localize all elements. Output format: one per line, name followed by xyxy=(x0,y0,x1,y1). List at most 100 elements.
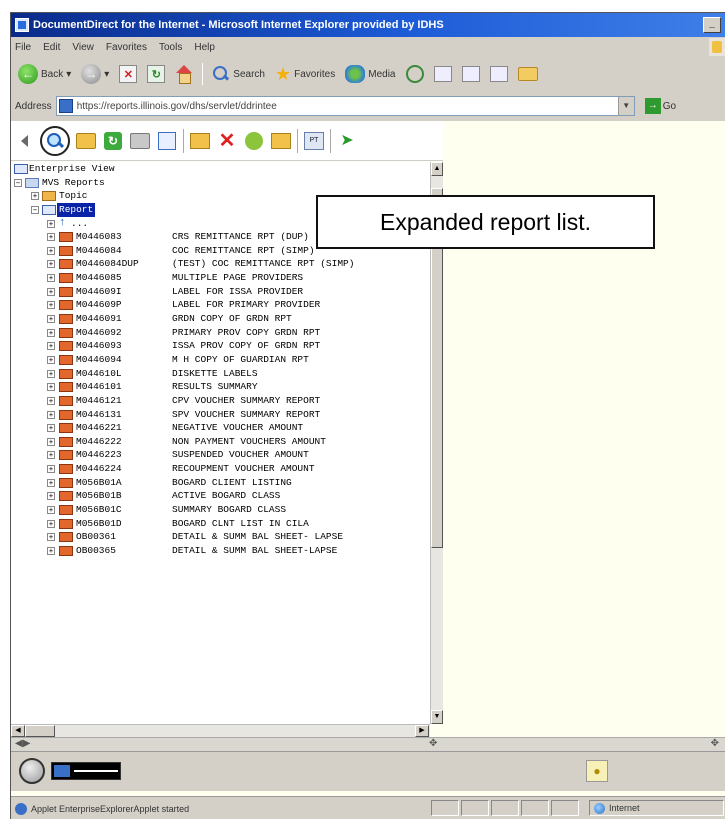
report-list-item[interactable]: + M056B01D BOGARD CLNT LIST IN CILA xyxy=(11,517,430,531)
collapse-icon[interactable]: − xyxy=(14,178,22,187)
report-list-item[interactable]: + M0446121 CPV VOUCHER SUMMARY REPORT xyxy=(11,394,430,408)
expand-icon[interactable]: + xyxy=(47,301,55,310)
print-report-icon[interactable] xyxy=(129,130,151,152)
report-list-item[interactable]: + M0446224 RECOUPMENT VOUCHER AMOUNT xyxy=(11,462,430,476)
expand-icon[interactable]: + xyxy=(47,233,55,242)
splitter-right-icon[interactable]: ✥ xyxy=(711,738,719,749)
expand-icon[interactable]: + xyxy=(47,342,55,351)
expand-icon[interactable]: + xyxy=(47,437,55,446)
go-button[interactable]: → Go xyxy=(644,98,676,114)
menu-tools[interactable]: Tools xyxy=(159,42,182,53)
expand-icon[interactable]: + xyxy=(47,369,55,378)
expand-icon[interactable]: + xyxy=(47,246,55,255)
hint-bulb-icon[interactable]: ● xyxy=(586,760,608,782)
expand-icon[interactable]: + xyxy=(31,192,39,201)
scroll-right-icon[interactable]: ▶ xyxy=(415,725,429,737)
expand-icon[interactable]: + xyxy=(47,533,55,542)
print-button[interactable] xyxy=(459,62,483,86)
report-list-item[interactable]: + M0446131 SPV VOUCHER SUMMARY REPORT xyxy=(11,408,430,422)
report-list-item[interactable]: + M0446093 ISSA PROV COPY OF GRDN RPT xyxy=(11,339,430,353)
collapse-icon[interactable]: − xyxy=(31,205,39,214)
tree-horizontal-scrollbar[interactable]: ◀ ▶ xyxy=(11,724,430,737)
report-id: M044609I xyxy=(76,285,122,297)
expand-icon[interactable]: + xyxy=(47,546,55,555)
report-list-item[interactable]: + M0446084DUP (TEST) COC REMITTANCE RPT (S… xyxy=(11,257,430,271)
report-list-item[interactable]: + M0446222 NON PAYMENT VOUCHERS AMOUNT xyxy=(11,435,430,449)
report-list-item[interactable]: + M044610L DISKETTE LABELS xyxy=(11,367,430,381)
expand-icon[interactable]: + xyxy=(47,383,55,392)
expand-icon[interactable]: + xyxy=(47,315,55,324)
report-list-item[interactable]: + OB00361 DETAIL & SUMM BAL SHEET- LAPSE xyxy=(11,530,430,544)
search-button[interactable]: Search xyxy=(209,62,268,86)
menu-favorites[interactable]: Favorites xyxy=(106,42,147,53)
mail-button[interactable] xyxy=(431,62,455,86)
expand-icon[interactable]: + xyxy=(47,396,55,405)
h-scroll-thumb[interactable] xyxy=(25,725,55,737)
report-list-item[interactable]: + M044609P LABEL FOR PRIMARY PROVIDER xyxy=(11,298,430,312)
properties-icon[interactable] xyxy=(243,130,265,152)
report-list-item[interactable]: + M056B01B ACTIVE BOGARD CLASS xyxy=(11,489,430,503)
expand-icon[interactable]: + xyxy=(47,478,55,487)
minimize-button[interactable]: _ xyxy=(703,17,721,33)
expand-icon[interactable]: + xyxy=(47,424,55,433)
new-folder-icon[interactable] xyxy=(189,130,211,152)
back-button[interactable]: ← Back ▾ xyxy=(15,62,74,86)
report-list-item[interactable]: + OB00365 DETAIL & SUMM BAL SHEET-LAPSE xyxy=(11,544,430,558)
splitter-handle-icon[interactable]: ✥ xyxy=(429,738,437,749)
collapse-left-icon[interactable] xyxy=(13,130,35,152)
find-button[interactable] xyxy=(40,125,70,156)
pane-splitter[interactable]: ◀▶ ✥ ✥ xyxy=(11,737,725,751)
expand-icon[interactable]: + xyxy=(47,506,55,515)
expand-icon[interactable]: + xyxy=(47,492,55,501)
tree-node-mvs-reports[interactable]: − MVS Reports xyxy=(11,176,430,190)
expand-icon[interactable]: + xyxy=(47,410,55,419)
stop-loading-icon[interactable] xyxy=(19,758,45,784)
report-list-item[interactable]: + M0446101 RESULTS SUMMARY xyxy=(11,380,430,394)
expand-icon[interactable]: + xyxy=(47,355,55,364)
report-list-item[interactable]: + M0446223 SUSPENDED VOUCHER AMOUNT xyxy=(11,448,430,462)
menu-file[interactable]: File xyxy=(15,42,31,53)
open-folder-icon[interactable] xyxy=(75,130,97,152)
report-list-item[interactable]: + M044609I LABEL FOR ISSA PROVIDER xyxy=(11,285,430,299)
expand-icon[interactable]: + xyxy=(47,519,55,528)
history-button[interactable] xyxy=(403,62,427,86)
expand-icon[interactable]: + xyxy=(47,260,55,269)
splitter-arrows-icon[interactable]: ◀▶ xyxy=(15,738,30,749)
folder-button[interactable] xyxy=(515,62,541,86)
stop-button[interactable]: ✕ xyxy=(116,62,140,86)
media-button[interactable]: Media xyxy=(342,62,398,86)
refresh-button[interactable]: ↻ xyxy=(144,62,168,86)
expand-icon[interactable]: + xyxy=(47,451,55,460)
menu-view[interactable]: View xyxy=(72,42,94,53)
report-list-item[interactable]: + M0446092 PRIMARY PROV COPY GRDN RPT xyxy=(11,326,430,340)
refresh-tree-icon[interactable]: ↻ xyxy=(102,130,124,152)
folder-up-icon[interactable] xyxy=(270,130,292,152)
expand-icon[interactable]: + xyxy=(47,287,55,296)
menu-help[interactable]: Help xyxy=(194,42,215,53)
home-button[interactable] xyxy=(172,62,196,86)
export-icon[interactable] xyxy=(156,130,178,152)
report-view-icon[interactable]: PT xyxy=(303,130,325,152)
report-list-item[interactable]: + M0446085 MULTIPLE PAGE PROVIDERS xyxy=(11,271,430,285)
address-dropdown-icon[interactable]: ▼ xyxy=(617,97,634,115)
scroll-up-icon[interactable]: ▲ xyxy=(431,162,443,176)
expand-icon[interactable]: + xyxy=(47,328,55,337)
address-input[interactable]: https://reports.illinois.gov/dhs/servlet… xyxy=(55,96,635,116)
scroll-down-icon[interactable]: ▼ xyxy=(431,710,443,724)
scroll-left-icon[interactable]: ◀ xyxy=(11,725,25,737)
expand-icon[interactable]: + xyxy=(47,274,55,283)
expand-icon[interactable]: + xyxy=(47,465,55,474)
menu-edit[interactable]: Edit xyxy=(43,42,60,53)
tree-node-enterprise-view[interactable]: Enterprise View xyxy=(11,162,430,176)
delete-icon[interactable]: ✕ xyxy=(216,130,238,152)
report-list-item[interactable]: + M056B01A BOGARD CLIENT LISTING xyxy=(11,476,430,490)
forward-button[interactable]: → ▾ xyxy=(78,62,112,86)
report-list-item[interactable]: + M0446091 GRDN COPY OF GRDN RPT xyxy=(11,312,430,326)
report-list-item[interactable]: + M0446094 M H COPY OF GUARDIAN RPT xyxy=(11,353,430,367)
favorites-button[interactable]: ★ Favorites xyxy=(272,62,338,86)
edit-button[interactable] xyxy=(487,62,511,86)
report-list-item[interactable]: + M056B01C SUMMARY BOGARD CLASS xyxy=(11,503,430,517)
expand-icon[interactable]: + xyxy=(47,219,55,228)
run-arrow-icon[interactable]: ➤ xyxy=(336,130,358,152)
report-list-item[interactable]: + M0446221 NEGATIVE VOUCHER AMOUNT xyxy=(11,421,430,435)
